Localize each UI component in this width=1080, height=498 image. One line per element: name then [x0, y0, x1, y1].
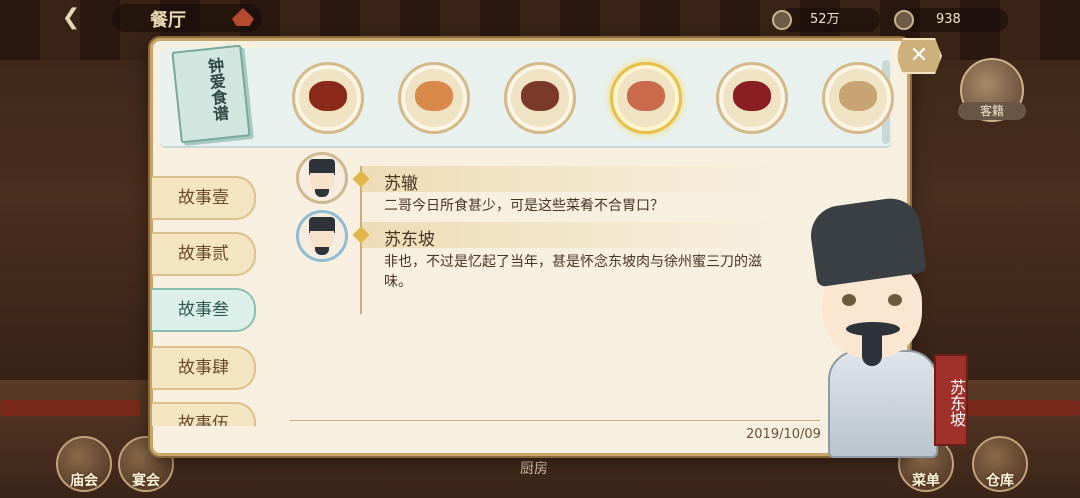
dish-food-icon: [309, 81, 347, 111]
character-hat: [807, 194, 927, 288]
speech-text: 二哥今日所食甚少，可是这些菜肴不合胃口？: [384, 198, 664, 214]
dish-food-icon: [521, 81, 559, 111]
tab-story-4[interactable]: 故事肆: [152, 346, 256, 390]
tab-label: 故事肆: [178, 358, 229, 378]
dish-plate[interactable]: [292, 62, 364, 134]
divider: [290, 420, 820, 421]
dish-plate[interactable]: [398, 62, 470, 134]
coin-icon: [772, 10, 792, 30]
dish-plate[interactable]: [822, 62, 894, 134]
dish-food-icon: [733, 81, 771, 111]
tab-label: 故事伍: [178, 414, 229, 426]
tab-label: 故事贰: [178, 244, 229, 264]
dish-plate[interactable]: [610, 62, 682, 134]
back-arrow-icon[interactable]: ❮: [56, 6, 86, 30]
character-name-plate: 苏东坡: [934, 354, 968, 446]
character-beard: [862, 334, 882, 366]
speaker-name: 苏辙: [384, 174, 418, 194]
tab-label: 故事壹: [178, 188, 229, 208]
coin-counter: 52万: [780, 8, 880, 32]
story-date: 2019/10/09: [746, 427, 821, 442]
banquet-label: 宴会: [132, 473, 160, 489]
dish-food-icon: [627, 81, 665, 111]
avatar-su-zhe: [296, 152, 348, 204]
gem-icon: [894, 10, 914, 30]
character-eye: [888, 294, 902, 306]
guest-label: 客籍: [958, 102, 1026, 120]
menu-label: 菜单: [912, 473, 940, 489]
tab-story-5[interactable]: 故事伍: [152, 402, 256, 426]
gem-amount: 938: [936, 12, 961, 27]
background-table: [0, 400, 140, 416]
character-eye: [842, 294, 856, 306]
dish-plate[interactable]: [504, 62, 576, 134]
kitchen-label[interactable]: 厨房: [520, 458, 548, 478]
top-bar: ❮ 餐厅 52万 938: [0, 0, 1080, 38]
dish-plate[interactable]: [716, 62, 788, 134]
speech-text: 非也，不过是忆起了当年，甚是怀念东坡肉与徐州蜜三刀的滋味。: [384, 254, 762, 290]
speaker-bar: [362, 166, 792, 192]
dish-food-icon: [839, 81, 877, 111]
recipe-book: 钟爱食谱: [171, 44, 251, 144]
hall-title: 餐厅: [150, 10, 186, 31]
warehouse-label: 仓库: [986, 473, 1014, 489]
tab-story-1[interactable]: 故事壹: [152, 176, 256, 220]
avatar-su-dongpo: [296, 210, 348, 262]
tab-story-3[interactable]: 故事叁: [152, 288, 256, 332]
gem-counter: 938: [900, 8, 1008, 32]
tab-label: 故事叁: [178, 300, 229, 320]
close-button[interactable]: ✕: [896, 38, 942, 74]
dish-food-icon: [415, 81, 453, 111]
recipe-book-title: 钟爱食谱: [204, 56, 230, 123]
speaker-name: 苏东坡: [384, 230, 435, 250]
background-table: [960, 400, 1080, 416]
coin-amount: 52万: [810, 12, 840, 27]
tab-story-2[interactable]: 故事贰: [152, 232, 256, 276]
temple-fair-label: 庙会: [70, 473, 98, 489]
character-robe: [828, 350, 938, 458]
